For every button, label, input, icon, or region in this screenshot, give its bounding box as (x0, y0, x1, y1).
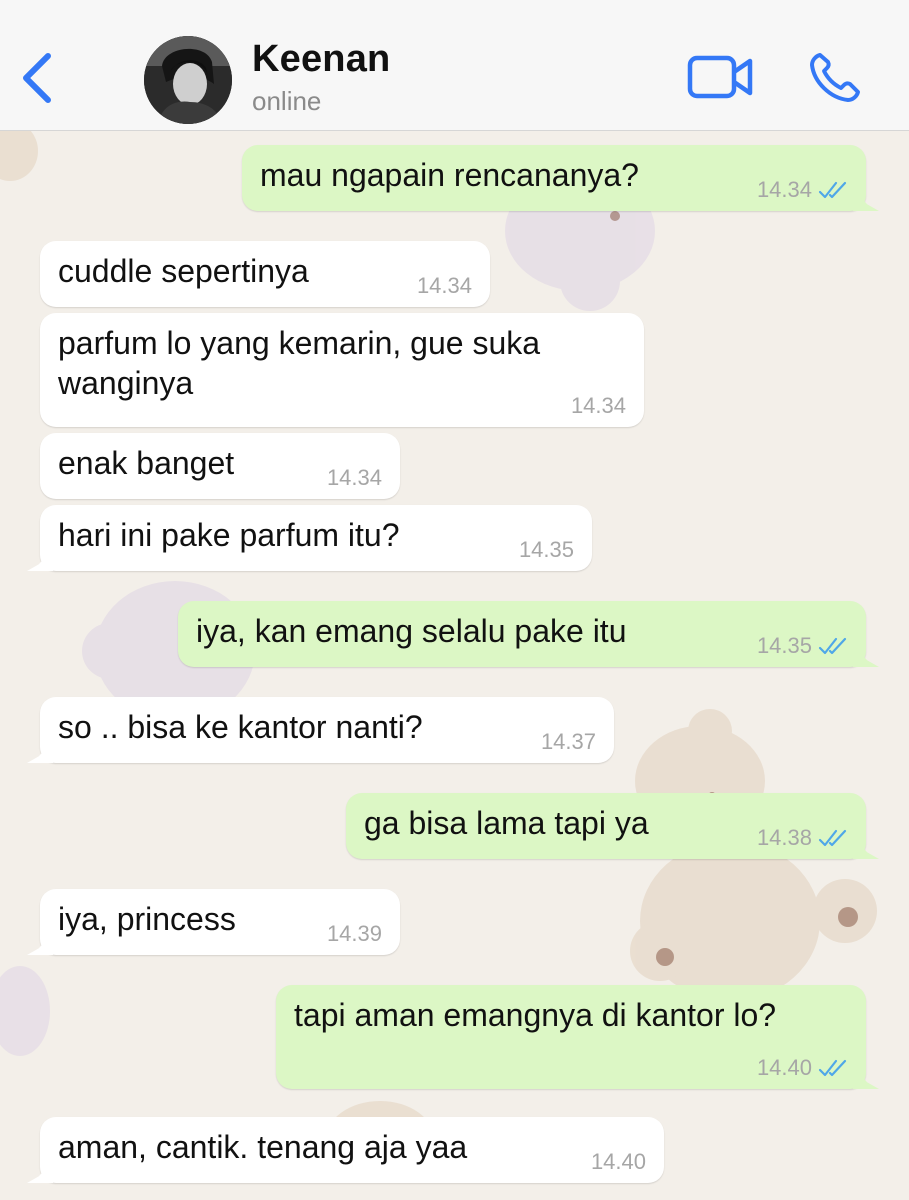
incoming-message[interactable]: iya, princess 14.39 (40, 889, 400, 955)
message-time: 14.37 (540, 729, 596, 754)
message-meta: 14.35 (519, 539, 574, 561)
incoming-message[interactable]: aman, cantik. tenang aja yaa 14.40 (40, 1117, 664, 1183)
message-meta: 14.34 (571, 395, 626, 417)
message-time: 14.34 (756, 177, 812, 202)
message-meta: 14.35 (757, 635, 848, 657)
contact-status: online (252, 86, 322, 116)
message-meta: 14.38 (757, 827, 848, 849)
message-text: parfum lo yang kemarin, gue suka wanginy… (58, 325, 541, 401)
message-text: hari ini pake parfum itu? (58, 517, 400, 553)
message-list[interactable]: mau ngapain rencananya? 14.34 cuddle seper… (0, 131, 909, 1200)
message-text: aman, cantik. tenang aja yaa (58, 1129, 468, 1165)
message-text: so .. bisa ke kantor nanti? (58, 709, 423, 745)
message-time: 14.34 (570, 393, 626, 418)
message-time: 14.35 (518, 537, 574, 562)
outgoing-message[interactable]: iya, kan emang selalu pake itu 14.35 (178, 601, 866, 667)
message-meta: 14.40 (757, 1057, 848, 1079)
read-receipt-icon (818, 829, 847, 847)
message-meta: 14.34 (417, 275, 472, 297)
message-meta: 14.34 (327, 467, 382, 489)
message-meta: 14.39 (327, 923, 382, 945)
voice-call-button[interactable] (806, 50, 866, 106)
phone-icon (810, 53, 860, 102)
contact-name[interactable]: Keenan (252, 38, 390, 81)
video-call-button[interactable] (686, 52, 756, 102)
back-button[interactable] (14, 48, 58, 108)
read-receipt-icon (818, 181, 847, 199)
outgoing-message[interactable]: ga bisa lama tapi ya 14.38 (346, 793, 866, 859)
chevron-left-icon (23, 53, 51, 103)
message-meta: 14.37 (541, 731, 596, 753)
incoming-message[interactable]: parfum lo yang kemarin, gue suka wanginy… (40, 313, 644, 427)
chat-header: Keenan online (0, 0, 909, 131)
message-meta: 14.40 (591, 1151, 646, 1173)
message-text: iya, kan emang selalu pake itu (196, 613, 627, 649)
message-time: 14.35 (756, 633, 812, 658)
outgoing-message[interactable]: mau ngapain rencananya? 14.34 (242, 145, 866, 211)
incoming-message[interactable]: cuddle sepertinya 14.34 (40, 241, 490, 307)
message-text: cuddle sepertinya (58, 253, 309, 289)
incoming-message[interactable]: so .. bisa ke kantor nanti? 14.37 (40, 697, 614, 763)
message-time: 14.40 (590, 1149, 646, 1174)
contact-photo (144, 36, 232, 124)
outgoing-message[interactable]: tapi aman emangnya di kantor lo? 14.40 (276, 985, 866, 1089)
message-time: 14.40 (756, 1055, 812, 1080)
video-camera-icon (687, 55, 753, 99)
incoming-message[interactable]: hari ini pake parfum itu? 14.35 (40, 505, 592, 571)
incoming-message[interactable]: enak banget 14.34 (40, 433, 400, 499)
message-time: 14.34 (326, 465, 382, 490)
message-time: 14.34 (416, 273, 472, 298)
read-receipt-icon (818, 1059, 847, 1077)
message-meta: 14.34 (757, 179, 848, 201)
message-text: tapi aman emangnya di kantor lo? (294, 997, 777, 1033)
avatar[interactable] (144, 36, 232, 124)
message-time: 14.39 (326, 921, 382, 946)
read-receipt-icon (818, 637, 847, 655)
message-time: 14.38 (756, 825, 812, 850)
